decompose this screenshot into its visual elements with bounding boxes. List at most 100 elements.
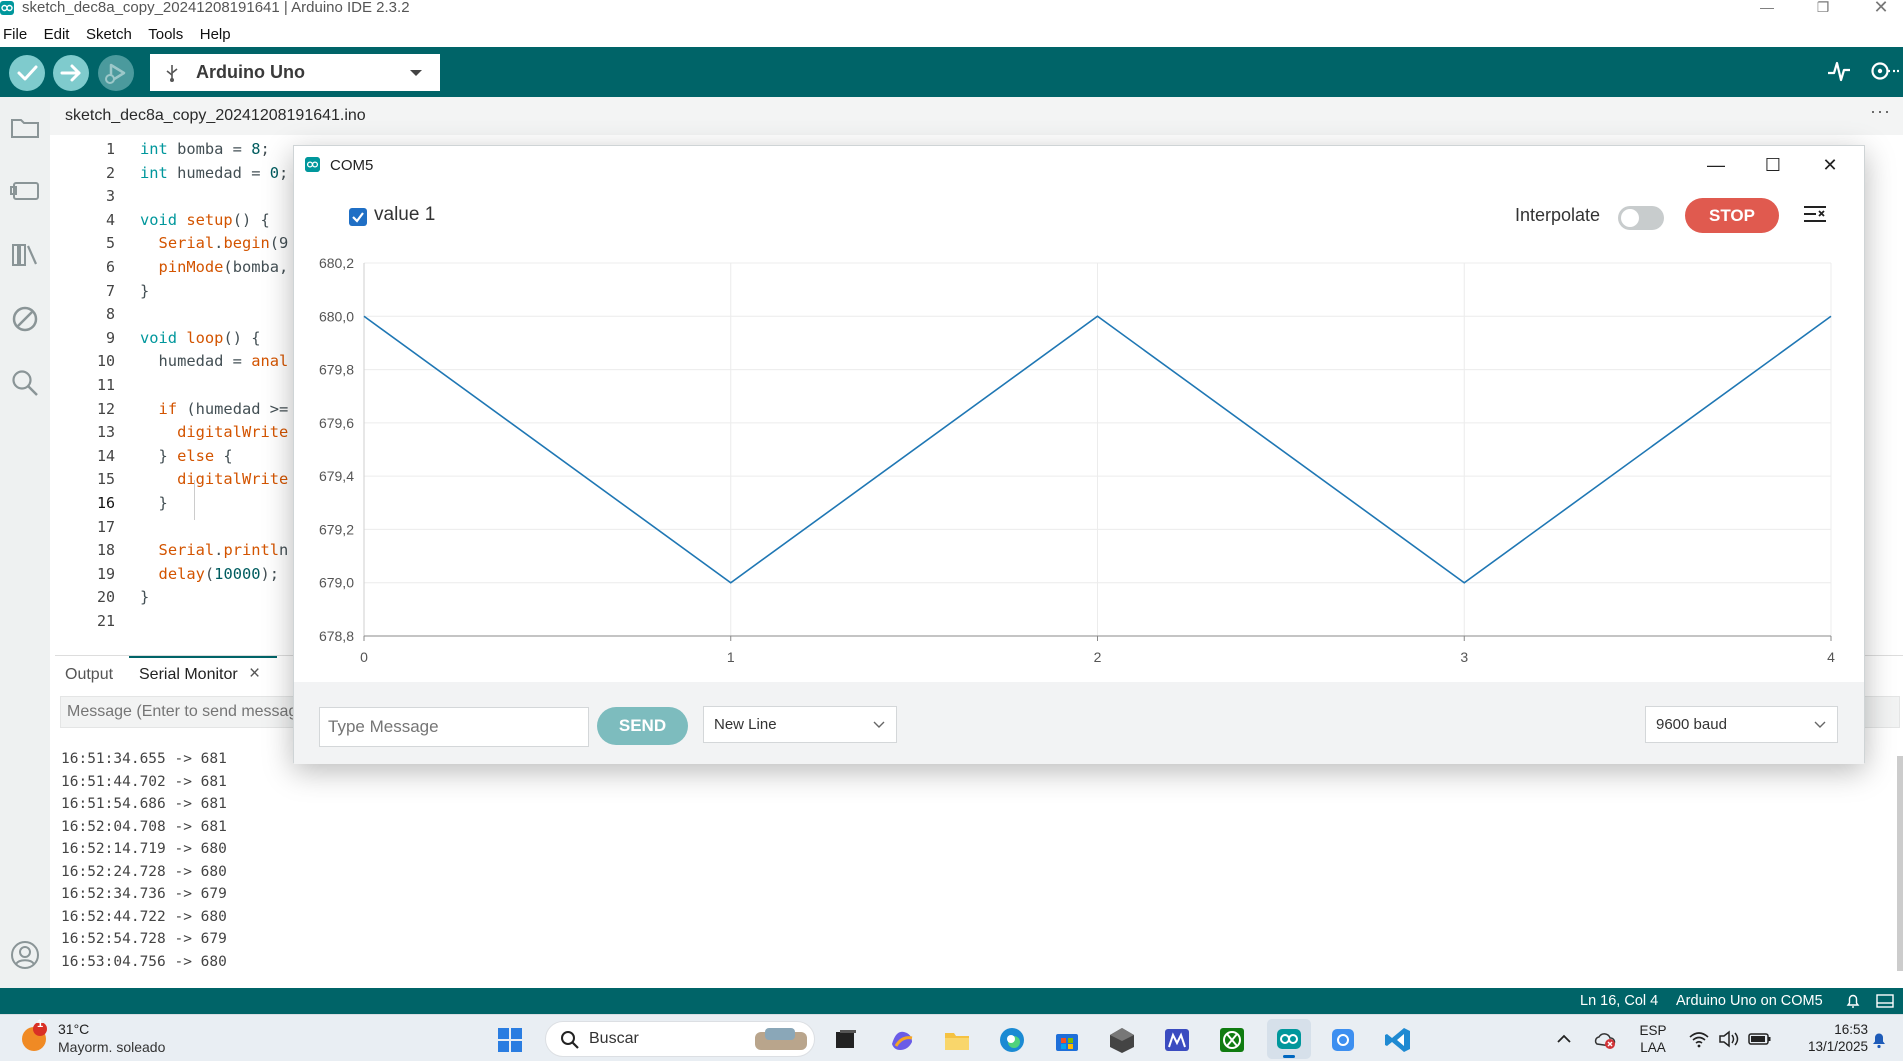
code-line[interactable]: Serial.begin(9 <box>140 233 289 253</box>
edge-browser-icon[interactable] <box>998 1026 1026 1054</box>
clock-date[interactable]: 13/1/2025 <box>1800 1038 1868 1055</box>
serial-plotter-icon[interactable] <box>1826 58 1852 84</box>
notifications-bell-icon[interactable] <box>1845 993 1861 1009</box>
taskbar-search[interactable]: Buscar <box>545 1021 815 1057</box>
line-number: 19 <box>96 564 115 583</box>
volume-icon[interactable] <box>1718 1030 1740 1048</box>
clock-time[interactable]: 16:53 <box>1808 1021 1868 1038</box>
code-line[interactable]: digitalWrite <box>140 422 288 442</box>
plotter-window-title: COM5 <box>330 157 374 174</box>
menu-edit[interactable]: Edit <box>38 22 76 48</box>
notification-center-bell-icon[interactable] <box>1870 1031 1888 1049</box>
search-icon <box>561 1031 579 1049</box>
menu-help[interactable]: Help <box>194 22 237 48</box>
plotter-close-button[interactable]: ✕ <box>1810 152 1850 178</box>
plotter-maximize-button[interactable]: ☐ <box>1753 152 1793 178</box>
minimize-window-button[interactable]: — <box>1752 0 1782 16</box>
restore-window-button[interactable]: ❐ <box>1808 0 1838 16</box>
active-tab-indicator <box>129 656 277 658</box>
account-icon[interactable] <box>9 939 41 971</box>
library-manager-icon[interactable] <box>9 239 41 271</box>
board-port-status[interactable]: Arduino Uno on COM5 <box>1676 993 1823 1009</box>
debug-panel-icon[interactable] <box>9 303 41 335</box>
code-token: n <box>279 541 289 560</box>
baud-rate-value: 9600 baud <box>1656 716 1727 733</box>
more-actions-icon[interactable]: ··· <box>1870 101 1891 122</box>
code-line[interactable]: } <box>140 587 149 607</box>
scrollbar[interactable] <box>1897 756 1903 971</box>
serial-output-line: 16:51:44.702 -> 681 <box>61 773 227 790</box>
copilot-icon[interactable] <box>888 1026 916 1054</box>
file-explorer-icon[interactable] <box>943 1026 971 1054</box>
menu-file[interactable]: File <box>0 22 33 48</box>
plotter-minimize-button[interactable]: — <box>1696 152 1736 178</box>
code-line[interactable]: void setup() { <box>140 210 270 230</box>
code-line[interactable]: } <box>140 493 168 513</box>
task-view-icon[interactable] <box>832 1026 860 1054</box>
app-m-icon[interactable] <box>1163 1026 1191 1054</box>
debug-button[interactable] <box>98 55 134 91</box>
serial-monitor-icon[interactable] <box>1868 58 1900 84</box>
app-3d-icon[interactable] <box>1108 1026 1136 1054</box>
code-line[interactable]: int bomba = 8; <box>140 139 270 159</box>
code-token: { <box>214 446 233 465</box>
wifi-icon[interactable] <box>1688 1030 1710 1048</box>
upload-button[interactable] <box>53 55 89 91</box>
board-manager-icon[interactable] <box>9 175 41 207</box>
close-window-button[interactable]: ✕ <box>1866 0 1896 16</box>
show-hidden-icons-chevron-icon[interactable] <box>1556 1033 1572 1045</box>
toggle-panel-icon[interactable] <box>1876 993 1894 1009</box>
code-token: digitalWrite <box>177 423 289 442</box>
code-line[interactable]: void loop() { <box>140 328 261 348</box>
x-tick-label: 3 <box>1460 649 1468 665</box>
menu-tools[interactable]: Tools <box>142 22 189 48</box>
plotter-message-input[interactable] <box>320 708 588 746</box>
search-label: Buscar <box>589 1030 639 1047</box>
sketchbook-folder-icon[interactable] <box>9 111 41 143</box>
line-number: 12 <box>96 399 115 418</box>
code-line[interactable]: if (humedad >= <box>140 399 289 419</box>
onedrive-error-icon[interactable] <box>1594 1030 1616 1050</box>
editor-tab-bar: sketch_dec8a_copy_20241208191641.ino ··· <box>50 97 1903 135</box>
vscode-icon[interactable] <box>1384 1026 1412 1054</box>
code-line[interactable]: int humedad = 0; <box>140 163 288 183</box>
plotter-message-field[interactable] <box>319 707 589 747</box>
baud-rate-select[interactable]: 9600 baud <box>1645 706 1838 743</box>
windows-start-icon[interactable] <box>496 1026 524 1054</box>
battery-charging-icon[interactable] <box>1748 1030 1772 1048</box>
microsoft-store-icon[interactable] <box>1053 1026 1081 1054</box>
code-token: else <box>177 446 215 465</box>
search-icon[interactable] <box>9 367 41 399</box>
weather-temp: 31°C <box>58 1021 90 1037</box>
y-tick-label: 678,8 <box>319 628 354 644</box>
line-number: 16 <box>96 494 115 512</box>
send-button[interactable]: SEND <box>597 707 688 745</box>
y-tick-label: 679,8 <box>319 362 354 378</box>
code-line[interactable]: delay(10000); <box>140 564 280 584</box>
code-line[interactable]: } else { <box>140 446 233 466</box>
menu-bar: File Edit Sketch Tools Help <box>0 22 1903 48</box>
xbox-icon[interactable] <box>1218 1026 1246 1054</box>
line-ending-select[interactable]: New Line <box>703 706 897 743</box>
app-blue-icon[interactable] <box>1329 1026 1357 1054</box>
tab-serial-monitor[interactable]: Serial Monitor <box>139 666 238 684</box>
code-line[interactable]: } <box>140 281 149 301</box>
code-line[interactable]: pinMode(bomba, <box>140 257 289 277</box>
board-selector[interactable]: Arduino Uno <box>150 54 440 91</box>
serial-output-line: 16:51:54.686 -> 681 <box>61 796 227 812</box>
arduino-taskbar-button[interactable] <box>1267 1019 1311 1059</box>
menu-sketch[interactable]: Sketch <box>80 22 138 48</box>
cursor-position[interactable]: Ln 16, Col 4 <box>1580 993 1658 1009</box>
input-language-bottom[interactable]: LAA <box>1638 1039 1668 1056</box>
line-number: 9 <box>105 328 115 347</box>
file-tab[interactable]: sketch_dec8a_copy_20241208191641.ino <box>65 107 366 125</box>
close-tab-icon[interactable]: × <box>249 663 260 685</box>
code-line[interactable]: Serial.println <box>140 540 289 560</box>
tab-output[interactable]: Output <box>65 666 113 684</box>
verify-button[interactable] <box>9 55 45 91</box>
code-token: 10000 <box>214 564 261 583</box>
input-language-top[interactable]: ESP <box>1638 1022 1668 1039</box>
code-line[interactable]: humedad = anal <box>140 351 289 371</box>
code-line[interactable]: digitalWrite <box>140 469 288 489</box>
